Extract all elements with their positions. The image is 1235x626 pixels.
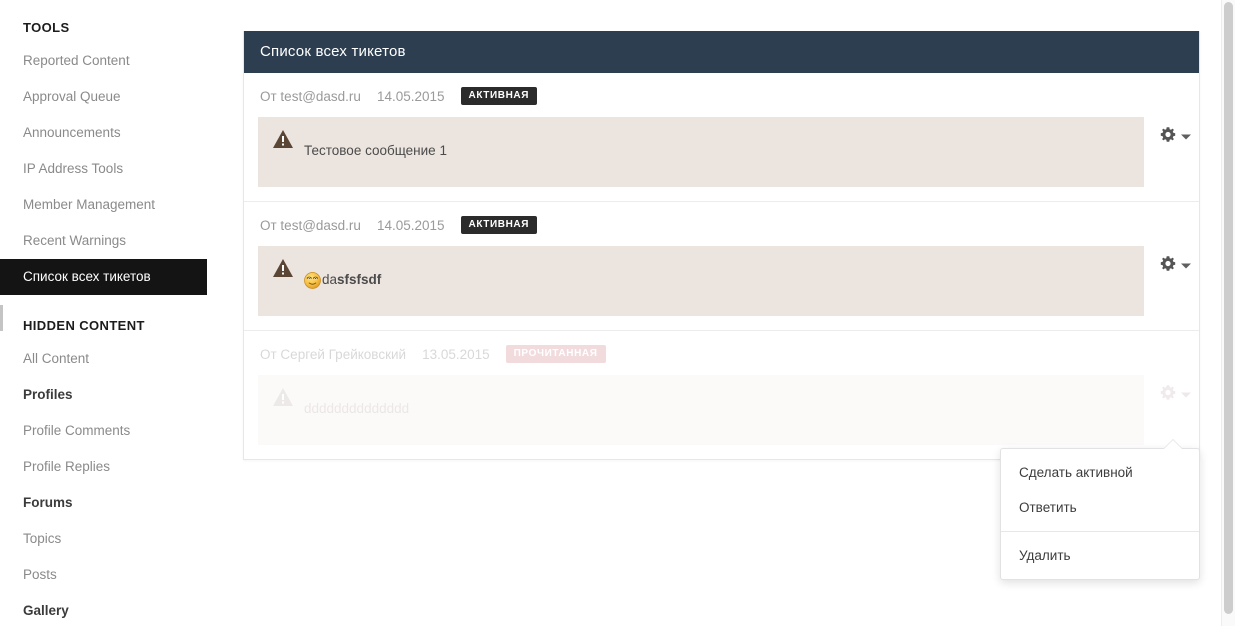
menu-item-сделать-активной[interactable]: Сделать активной (1001, 455, 1199, 490)
ticket-date: 13.05.2015 (422, 346, 490, 362)
page-scrollbar[interactable] (1221, 0, 1235, 626)
sidebar-item-gallery[interactable]: Gallery (0, 593, 229, 626)
rolling-eyes-smiley-icon (304, 271, 321, 289)
ticket-actions-toggle[interactable] (1160, 127, 1191, 148)
status-badge: АКТИВНАЯ (460, 216, 538, 234)
ticket-message-box: dddddddddddddd (258, 375, 1144, 445)
sidebar-item-approval-queue[interactable]: Approval Queue (0, 79, 229, 115)
ticket-message-plain: dddddddddddddd (304, 401, 410, 416)
sidebar-section-heading: TOOLS (23, 20, 70, 35)
ticket-list: От test@dasd.ru 14.05.2015 АКТИВНАЯ Тестово… (244, 73, 1199, 459)
sidebar-item-member-management[interactable]: Member Management (0, 187, 229, 223)
page-scrollbar-thumb[interactable] (1224, 2, 1233, 614)
ticket-meta: От test@dasd.ru 14.05.2015 АКТИВНАЯ (258, 214, 1185, 236)
ticket-actions-toggle[interactable] (1160, 256, 1191, 277)
page-title: Список всех тикетов (244, 31, 1199, 73)
menu-item-ответить[interactable]: Ответить (1001, 490, 1199, 525)
menu-separator (1001, 531, 1199, 532)
ticket-message-box: Тестовое сообщение 1 (258, 117, 1144, 187)
sidebar-section-heading: HIDDEN CONTENT (23, 318, 145, 333)
page-root: TOOLS Reported Content Approval Queue Annou… (0, 0, 1235, 626)
sidebar-item-ip-address-tools[interactable]: IP Address Tools (0, 151, 229, 187)
warning-triangle-icon (272, 258, 294, 283)
ticket-message-plain: da (322, 272, 338, 287)
chevron-down-icon[interactable] (1181, 263, 1191, 269)
ticket-sender: От test@dasd.ru (260, 217, 361, 233)
sidebar-item-profile-comments[interactable]: Profile Comments (0, 413, 229, 449)
sidebar-scroll-indicator[interactable] (0, 305, 3, 331)
chevron-down-icon[interactable] (1181, 392, 1191, 398)
ticket-actions-toggle[interactable] (1160, 385, 1191, 406)
sidebar-item-profile-replies[interactable]: Profile Replies (0, 449, 229, 485)
ticket-message-text: da sfsfsdf (304, 270, 381, 290)
warning-triangle-icon (272, 129, 294, 154)
ticket-message-text: dddddddddddddd (304, 399, 409, 419)
sidebar-item-recent-warnings[interactable]: Recent Warnings (0, 223, 229, 259)
ticket-meta: От test@dasd.ru 14.05.2015 АКТИВНАЯ (258, 85, 1185, 107)
gear-icon[interactable] (1160, 385, 1176, 406)
sidebar-item-reported-content[interactable]: Reported Content (0, 43, 229, 79)
tickets-panel: Список всех тикетов От test@dasd.ru 14.05… (243, 31, 1200, 460)
status-badge: АКТИВНАЯ (460, 87, 538, 105)
ticket-context-menu[interactable]: Сделать активной Ответить Удалить (1000, 439, 1200, 580)
menu-item-удалить[interactable]: Удалить (1001, 538, 1199, 573)
sidebar-item-announcements[interactable]: Announcements (0, 115, 229, 151)
gear-icon[interactable] (1160, 127, 1176, 148)
ticket-message-box: da sfsfsdf (258, 246, 1144, 316)
ticket-message-text: Тестовое сообщение 1 (304, 141, 447, 161)
ticket-date: 14.05.2015 (376, 88, 445, 104)
ticket-row: От test@dasd.ru 14.05.2015 АКТИВНАЯ da sfsfs… (244, 202, 1199, 331)
sidebar-item-forums[interactable]: Forums (0, 485, 229, 521)
menu-arrow-icon (1163, 440, 1183, 450)
chevron-down-icon[interactable] (1181, 134, 1191, 140)
ticket-row: От Сергей Грейковский 13.05.2015 ПРОЧИТАНН… (244, 331, 1199, 459)
ticket-row: От test@dasd.ru 14.05.2015 АКТИВНАЯ Тестово… (244, 73, 1199, 202)
sidebar-item-posts[interactable]: Posts (0, 557, 229, 593)
ticket-message-plain: Тестовое сообщение 1 (304, 143, 447, 158)
ticket-message-bold: sfsfsdf (337, 272, 382, 287)
warning-triangle-icon (272, 387, 294, 412)
status-badge: ПРОЧИТАННАЯ (505, 345, 606, 363)
sidebar-item-all-content[interactable]: All Content (0, 341, 229, 377)
gear-icon[interactable] (1160, 256, 1176, 277)
sidebar-item-список-всех-тикетов[interactable]: Список всех тикетов (0, 259, 207, 295)
ticket-sender: От test@dasd.ru (260, 88, 361, 104)
ticket-sender: От Сергей Грейковский (260, 346, 407, 362)
admin-sidebar: TOOLS Reported Content Approval Queue Annou… (0, 0, 229, 626)
sidebar-item-topics[interactable]: Topics (0, 521, 229, 557)
ticket-date: 14.05.2015 (376, 217, 445, 233)
ticket-meta: От Сергей Грейковский 13.05.2015 ПРОЧИТАНН… (258, 343, 1185, 365)
sidebar-item-profiles[interactable]: Profiles (0, 377, 229, 413)
